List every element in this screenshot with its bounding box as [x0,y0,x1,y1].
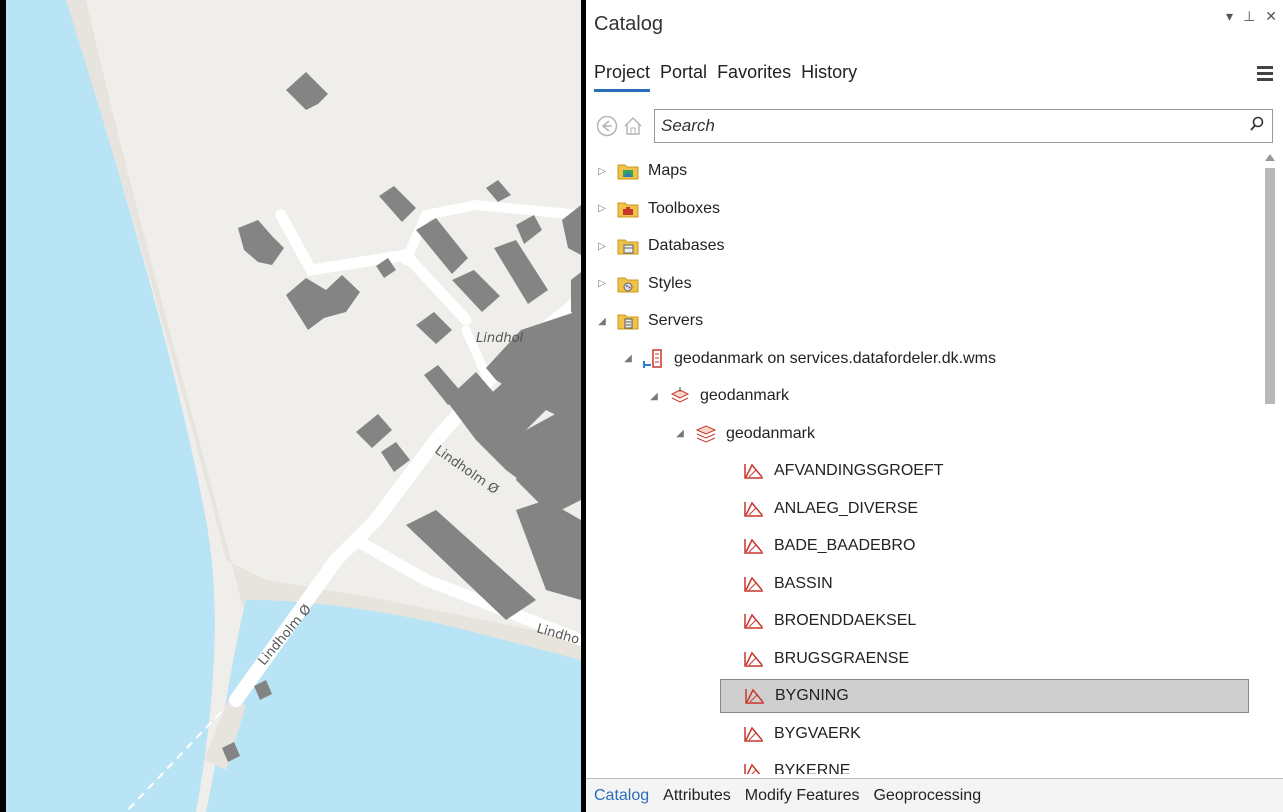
wms-layer-icon [742,499,766,519]
catalog-title: Catalog [594,13,663,35]
search-icon[interactable] [1242,116,1272,137]
collapse-arrow-icon[interactable]: ◢ [594,316,610,327]
tree-node-label: Styles [648,274,692,292]
collapse-arrow-icon[interactable]: ◢ [620,353,636,364]
expand-arrow-icon[interactable]: ▷ [594,166,610,177]
tree-node-label: Maps [648,162,688,179]
tree-node-label: Toolboxes [648,199,721,217]
bottom-tab-modify-features[interactable]: Modify Features [745,787,860,805]
tree-node-label: BYKERNE [774,762,851,774]
tree-node[interactable]: BADE_BAADEBRO [720,529,915,563]
pin-icon[interactable]: ⊥ [1243,8,1255,25]
tree-node[interactable]: AFVANDINGSGROEFT [720,454,944,488]
wms-layer-icon [742,574,766,594]
search-row: ▾ [594,108,1273,144]
toolboxes-folder-icon [616,199,640,219]
tree-node[interactable]: ◢ Servers [594,304,703,338]
tree-node[interactable]: BYKERNE [720,754,850,774]
tree-node[interactable]: ANLAEG_DIVERSE [720,492,918,526]
tree-node[interactable]: ▷ Maps [594,154,687,188]
tree-node-label: Databases [648,237,725,254]
tree-node-label: geodanmark [700,387,789,404]
search-input[interactable] [655,116,1242,136]
layer-stack-icon [668,386,692,406]
servers-folder-icon [616,311,640,331]
tree-node-label: BASSIN [774,574,833,592]
maps-folder-icon [616,161,640,181]
catalog-tabs: Project Portal Favorites History [594,62,857,92]
home-icon[interactable] [620,113,646,139]
expand-arrow-icon[interactable]: ▷ [594,241,610,252]
bottom-tab-catalog[interactable]: Catalog [594,787,649,805]
tree-node-label: geodanmark on services.datafordeler.dk.w… [674,349,996,367]
wms-layer-icon [742,761,766,774]
wms-layer-icon [742,461,766,481]
tree-node[interactable]: BASSIN [720,567,833,601]
map-view[interactable]: Lindhol Lindholm Ø Lindholm Ø Lindho [0,0,581,812]
back-icon[interactable] [594,113,620,139]
expand-arrow-icon[interactable]: ▷ [594,278,610,289]
tree-node[interactable]: ◢ geodanmark on services.datafordeler.dk.… [620,342,996,376]
tab-favorites[interactable]: Favorites [717,62,791,92]
road-label: Lindhol [476,331,524,346]
tree-node-label: Servers [648,312,704,329]
databases-folder-icon [616,236,640,256]
tree-node-label: BYGVAERK [774,724,861,742]
tree-node[interactable]: ◢ geodanmark [672,417,815,451]
tree-scrollbar[interactable] [1263,154,1277,776]
tab-project[interactable]: Project [594,62,651,92]
wms-layer-icon [742,611,766,631]
collapse-arrow-icon[interactable]: ◢ [646,391,662,402]
expand-arrow-icon[interactable]: ▷ [594,203,610,214]
tree-node-label: AFVANDINGSGROEFT [774,462,944,479]
tree-node[interactable]: BYGNING [720,679,1249,713]
pane-controls: ▾ ⊥ ✕ [1226,8,1277,25]
tree-node-label: BRUGSGRAENSE [774,649,910,667]
tree-node[interactable]: BYGVAERK [720,717,861,751]
layers-icon [694,424,718,444]
catalog-tree: ▷ Maps ▷ Toolboxes ▷ Databases ▷ Styles ◢ Servers… [586,154,1257,774]
wms-layer-icon [742,536,766,556]
tree-node-label: ANLAEG_DIVERSE [774,499,919,517]
tree-node[interactable]: BRUGSGRAENSE [720,642,909,676]
tab-history[interactable]: History [801,62,857,92]
tree-node-label: BADE_BAADEBRO [774,537,916,554]
catalog-header: Catalog ▾ ⊥ ✕ [586,0,1283,46]
scroll-up-icon[interactable] [1265,154,1275,161]
wms-server-icon [642,348,666,369]
tree-node[interactable]: BROENDDAEKSEL [720,604,916,638]
tree-node-label: geodanmark [726,424,815,442]
bottom-tab-attributes[interactable]: Attributes [663,787,731,805]
tree-node-label: BROENDDAEKSEL [774,612,917,629]
hamburger-menu-icon[interactable] [1257,66,1273,84]
tree-node-label: BYGNING [775,687,849,704]
bottom-tab-geoprocessing[interactable]: Geoprocessing [873,787,981,805]
tree-node[interactable]: ▷ Toolboxes [594,192,720,226]
styles-folder-icon [616,274,640,294]
tab-portal[interactable]: Portal [660,62,707,92]
wms-layer-icon [743,686,767,706]
tree-node[interactable]: ◢ geodanmark [646,379,789,413]
map-canvas[interactable]: Lindhol Lindholm Ø Lindholm Ø Lindho [6,0,581,812]
close-icon[interactable]: ✕ [1265,8,1277,25]
tree-node[interactable]: ▷ Styles [594,267,692,301]
tree-node[interactable]: ▷ Databases [594,229,725,263]
collapse-arrow-icon[interactable]: ◢ [672,428,688,439]
search-box: ▾ [654,109,1273,143]
scroll-thumb[interactable] [1265,168,1275,404]
wms-layer-icon [742,724,766,744]
bottom-tabs: Catalog Attributes Modify Features Geopr… [586,778,1283,812]
wms-layer-icon [742,649,766,669]
catalog-pane: Catalog ▾ ⊥ ✕ Project Portal Favorites H… [585,0,1283,812]
pane-menu-arrow-icon[interactable]: ▾ [1226,8,1233,25]
